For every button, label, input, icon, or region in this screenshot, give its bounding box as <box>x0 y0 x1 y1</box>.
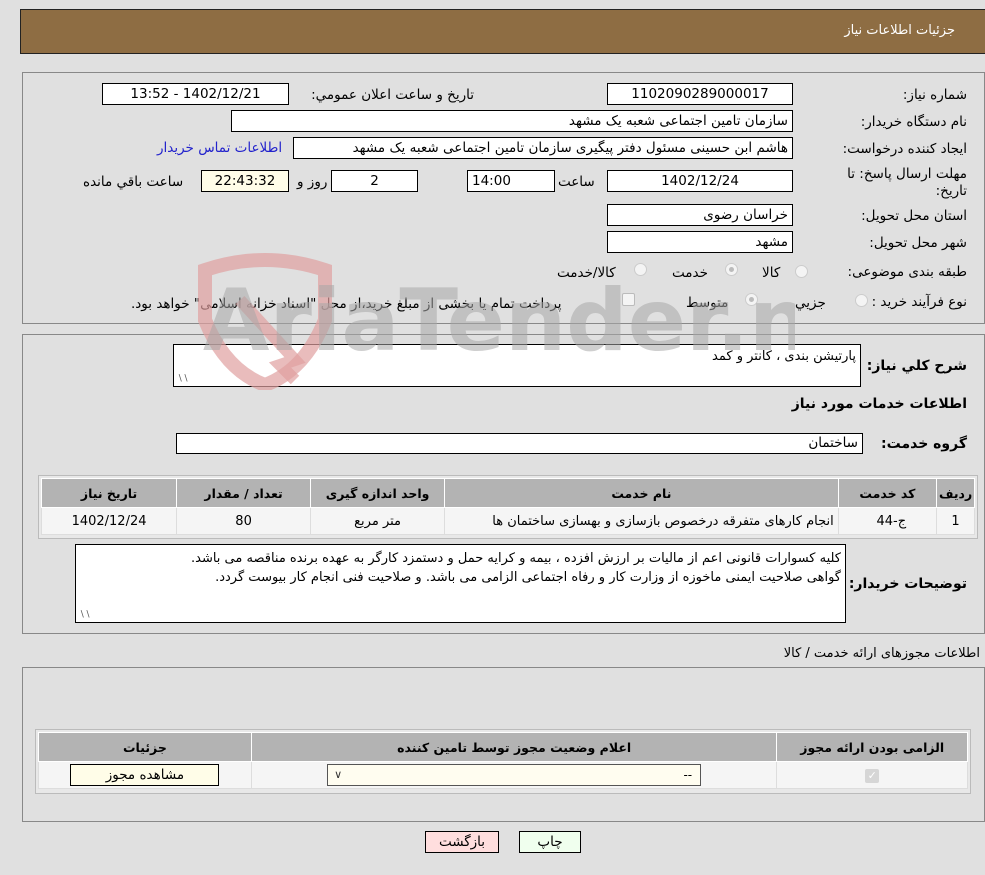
col-header-permit-required: الزامی بودن ارائه مجوز <box>776 732 968 762</box>
deadline-label-date: تاریخ: <box>935 183 967 199</box>
category-radio-service[interactable] <box>725 263 738 276</box>
col-header-row: ردیف <box>936 478 975 508</box>
purchase-type-label: نوع فرآیند خرید : <box>871 294 967 310</box>
buyer-notes-line-2: گواهی صلاحیت ایمنی ماخوزه از وزارت کار و… <box>215 570 841 585</box>
cell-service-name: انجام کارهای متفرقه درخصوص بازسازی و بهس… <box>444 507 839 535</box>
category-option-goods: کالا <box>762 265 781 281</box>
col-header-date: تاریخ نیاز <box>40 478 178 508</box>
cell-permit-required: ✓ <box>776 761 968 789</box>
page-header: جزئیات اطلاعات نیاز <box>20 9 985 54</box>
resize-grip-icon[interactable]: ∖∖ <box>79 611 90 620</box>
category-option-goods-service: کالا/خدمت <box>557 265 616 281</box>
resize-grip-icon[interactable]: ∖∖ <box>177 375 188 384</box>
category-label: طبقه بندی موضوعی: <box>847 264 967 280</box>
treasury-note: پرداخت تمام یا بخشی از مبلغ خرید،از محل … <box>131 296 562 312</box>
remaining-time-field: 22:43:32 <box>201 170 289 192</box>
cell-permit-status: -- ∨ <box>250 761 778 789</box>
category-radio-goods-service[interactable] <box>634 263 647 276</box>
col-header-quantity: تعداد / مقدار <box>176 478 312 508</box>
cell-details: مشاهده مجوز <box>38 761 252 789</box>
service-group-field[interactable]: ساختمان <box>176 433 863 454</box>
remaining-time-label: ساعت باقي مانده <box>83 174 184 190</box>
buyer-notes-label: توضیحات خریدار: <box>848 576 967 592</box>
description-textarea[interactable]: پارتیشن بندی ، کانتر و کمد ∖∖ <box>173 344 861 387</box>
days-label: روز و <box>297 174 328 190</box>
description-label: شرح کلي نیاز: <box>866 358 967 374</box>
announce-datetime-label: تاریخ و ساعت اعلان عمومي: <box>311 87 474 103</box>
permit-required-checkbox[interactable]: ✓ <box>865 768 880 783</box>
page-title: جزئیات اطلاعات نیاز <box>844 23 955 38</box>
deadline-date-field[interactable]: 1402/12/24 <box>607 170 793 192</box>
buyer-notes-textarea[interactable]: کلیه کسوارات قانونی اعم از مالیات بر ارز… <box>75 544 846 623</box>
col-header-details: جزئیات <box>38 732 252 762</box>
category-radio-goods[interactable] <box>795 265 808 278</box>
cell-row-number: 1 <box>936 507 975 535</box>
city-field[interactable]: مشهد <box>607 231 793 253</box>
table-row: ✓ -- ∨ مشاهده مجوز <box>38 761 968 789</box>
view-permit-button[interactable]: مشاهده مجوز <box>70 764 220 786</box>
purchase-type-option-minor: جزيي <box>795 295 826 311</box>
table-row: 1 ج-44 انجام کارهای متفرقه درخصوص بازساز… <box>40 507 975 535</box>
permit-status-select[interactable]: -- ∨ <box>327 764 702 786</box>
cell-need-date: 1402/12/24 <box>40 507 178 535</box>
cell-quantity: 80 <box>176 507 312 535</box>
back-button[interactable]: بازگشت <box>425 831 499 853</box>
col-header-name: نام خدمت <box>444 478 839 508</box>
need-number-label: شماره نیاز: <box>902 87 967 103</box>
buyer-contact-link[interactable]: اطلاعات تماس خریدار <box>157 140 282 156</box>
chevron-down-icon: ∨ <box>334 768 343 781</box>
services-table: ردیف کد خدمت نام خدمت واحد اندازه گیری ت… <box>40 478 975 535</box>
deadline-time-label: ساعت <box>558 174 595 190</box>
cell-service-code: ج-44 <box>837 507 938 535</box>
purchase-type-radio-medium[interactable] <box>745 293 758 306</box>
requester-label: ایجاد کننده درخواست: <box>842 141 967 157</box>
requester-field[interactable]: هاشم ابن حسینی مسئول دفتر پیگیری سازمان … <box>293 137 793 159</box>
deadline-label: مهلت ارسال پاسخ: تا <box>847 166 967 182</box>
city-label: شهر محل تحویل: <box>869 235 967 251</box>
category-option-service: خدمت <box>672 265 708 281</box>
treasury-checkbox[interactable] <box>622 293 635 306</box>
purchase-type-radio-minor[interactable] <box>855 294 868 307</box>
permits-section-title: اطلاعات مجوزهای ارائه خدمت / کالا <box>783 646 980 661</box>
permit-status-value: -- <box>683 768 693 782</box>
province-field[interactable]: خراسان رضوی <box>607 204 793 226</box>
col-header-permit-status: اعلام وضعیت مجوز توسط تامین کننده <box>250 732 778 762</box>
buyer-notes-line-1: کلیه کسوارات قانونی اعم از مالیات بر ارز… <box>191 551 841 566</box>
cell-unit: متر مربع <box>310 507 446 535</box>
services-section-title: اطلاعات خدمات مورد نیاز <box>791 396 967 412</box>
description-text: پارتیشن بندی ، کانتر و کمد <box>712 349 856 364</box>
need-number-field[interactable]: 1102090289000017 <box>607 83 793 105</box>
province-label: استان محل تحویل: <box>861 208 967 224</box>
col-header-code: کد خدمت <box>837 478 938 508</box>
deadline-time-field[interactable]: 14:00 <box>467 170 555 192</box>
announce-datetime-field[interactable]: 1402/12/21 - 13:52 <box>102 83 289 105</box>
buyer-org-label: نام دستگاه خریدار: <box>860 114 967 130</box>
remaining-days-field[interactable]: 2 <box>331 170 418 192</box>
permits-table: الزامی بودن ارائه مجوز اعلام وضعیت مجوز … <box>38 732 968 789</box>
purchase-type-option-medium: متوسط <box>686 295 729 311</box>
service-group-label: گروه خدمت: <box>881 436 967 452</box>
print-button[interactable]: چاپ <box>519 831 581 853</box>
buyer-org-field[interactable]: سازمان تامین اجتماعی شعبه یک مشهد <box>231 110 793 132</box>
col-header-unit: واحد اندازه گیری <box>310 478 446 508</box>
